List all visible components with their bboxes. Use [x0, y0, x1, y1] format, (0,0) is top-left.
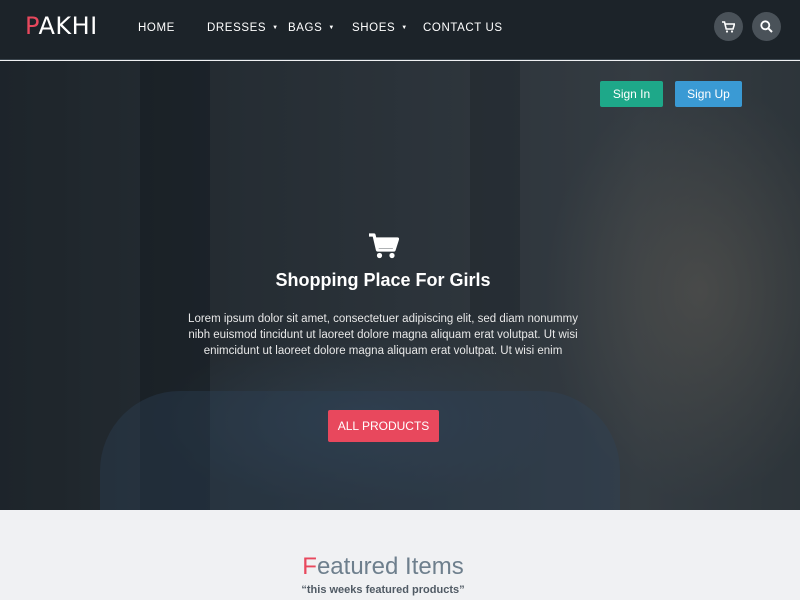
nav-item-contact[interactable]: CONTACT US [423, 22, 503, 34]
hero-title: Shopping Place For Girls [275, 270, 491, 290]
featured-section-subtitle: “this weeks featured products” [301, 584, 465, 596]
top-navbar: PAKHI HOME DRESSES ▼ BAGS ▼ SHOES ▼ CONT… [0, 0, 800, 60]
featured-title-initial: F [302, 553, 317, 580]
nav-item-label: HOME [138, 21, 175, 34]
hero-description: Lorem ipsum dolor sit amet, consectetuer… [188, 313, 578, 357]
logo-text: AKHI [38, 12, 98, 40]
caret-down-icon: ▼ [401, 24, 408, 31]
nav-item-shoes[interactable]: SHOES ▼ [352, 22, 423, 34]
nav-item-bags[interactable]: BAGS ▼ [288, 22, 352, 34]
cart-icon [722, 20, 735, 33]
logo-initial: P [25, 12, 39, 40]
all-products-button[interactable]: ALL PRODUCTS [328, 410, 439, 442]
cart-button[interactable] [714, 12, 743, 41]
caret-down-icon: ▼ [272, 24, 279, 31]
nav-item-label: SHOES [352, 21, 396, 34]
featured-section-title: Featured Items [0, 553, 766, 581]
nav-item-label: DRESSES [207, 21, 267, 34]
caret-down-icon: ▼ [328, 24, 335, 31]
main-nav: HOME DRESSES ▼ BAGS ▼ SHOES ▼ CONTACT US [138, 0, 503, 55]
search-icon [760, 20, 773, 33]
nav-item-label: CONTACT US [423, 21, 503, 34]
featured-title-text: eatured Items [316, 553, 464, 580]
nav-item-label: BAGS [288, 21, 323, 34]
sign-in-button[interactable]: Sign In [600, 81, 663, 107]
nav-item-home[interactable]: HOME [138, 22, 207, 34]
search-button[interactable] [752, 12, 781, 41]
nav-item-dresses[interactable]: DRESSES ▼ [207, 22, 288, 34]
shopping-cart-icon [369, 233, 399, 259]
site-logo[interactable]: PAKHI [25, 12, 98, 40]
sign-up-button[interactable]: Sign Up [675, 81, 742, 107]
